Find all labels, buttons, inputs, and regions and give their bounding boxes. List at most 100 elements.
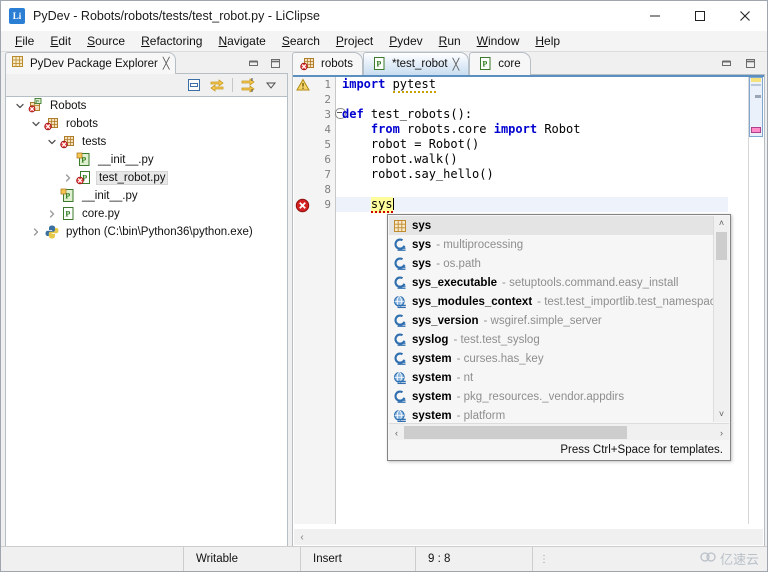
chevron-down-icon[interactable]: [44, 134, 60, 150]
status-overflow-icon[interactable]: ⋮: [532, 547, 569, 571]
autocomplete-item[interactable]: system - nt: [389, 368, 714, 387]
line-number: 4: [324, 123, 331, 136]
minimize-icon[interactable]: [632, 1, 677, 31]
tree-item-core-py[interactable]: Pcore.py: [6, 205, 287, 223]
menu-item-navigate[interactable]: Navigate: [210, 32, 273, 50]
close-icon[interactable]: ╳: [453, 58, 460, 71]
autocomplete-item[interactable]: syslog - test.test_syslog: [389, 330, 714, 349]
template-icon: [393, 219, 407, 233]
maximize-view-icon[interactable]: [269, 57, 282, 70]
autocomplete-item[interactable]: sys - multiprocessing: [389, 235, 714, 254]
status-bar: Writable Insert 9 : 8 ⋮: [1, 546, 767, 571]
marker-gutter[interactable]: [294, 77, 313, 524]
menu-item-help[interactable]: Help: [527, 32, 568, 50]
menu-item-refactoring[interactable]: Refactoring: [133, 32, 210, 50]
close-icon[interactable]: [722, 1, 767, 31]
editor-tab-core[interactable]: Pcore: [469, 52, 531, 75]
autocomplete-item[interactable]: system - curses.has_key: [389, 349, 714, 368]
menu-item-project[interactable]: Project: [328, 32, 381, 50]
project-icon: P: [28, 98, 44, 114]
chevron-right-icon[interactable]: [60, 170, 76, 186]
maximize-editor-icon[interactable]: [744, 57, 757, 70]
autocomplete-item-context: - pkg_resources._vendor.appdirs: [456, 390, 625, 403]
line-number-ruler: 1 2 3 4 5 6 7 8 9: [312, 77, 336, 524]
code-line[interactable]: robot.say_hello(): [336, 167, 728, 182]
tree-item-robots[interactable]: robots: [6, 115, 287, 133]
code-line[interactable]: [336, 182, 728, 197]
code-line[interactable]: [336, 92, 728, 107]
project-tree[interactable]: P Robots robots tests P __init__.py Ptest_robo…: [5, 96, 288, 547]
warning-icon[interactable]: [296, 78, 310, 95]
code-line[interactable]: from robots.core import Robot: [336, 122, 728, 137]
autocomplete-item-context: - test.test_syslog: [453, 333, 540, 346]
close-icon[interactable]: ╳: [163, 57, 170, 70]
sort-filter-icon[interactable]: [240, 77, 256, 93]
maximize-icon[interactable]: [677, 1, 722, 31]
autocomplete-item[interactable]: sys - os.path: [389, 254, 714, 273]
code-token: robot.walk(): [342, 152, 458, 166]
import-icon: [393, 333, 407, 347]
autocomplete-horizontal-scrollbar[interactable]: ‹ ›: [389, 423, 729, 441]
autocomplete-popup[interactable]: sys sys - multiprocessing sys - os.path sys…: [387, 214, 731, 461]
collapse-all-icon[interactable]: [186, 77, 202, 93]
tree-item-test-robot-py[interactable]: Ptest_robot.py: [6, 169, 287, 187]
tree-item-init-py[interactable]: P __init__.py: [6, 151, 287, 169]
code-line[interactable]: def test_robots():: [336, 107, 728, 122]
tree-item-tests[interactable]: tests: [6, 133, 287, 151]
scroll-left-icon[interactable]: ‹: [389, 428, 404, 438]
overview-ruler[interactable]: [748, 77, 763, 524]
tree-item-label: robots: [66, 118, 98, 130]
menu-item-search[interactable]: Search: [274, 32, 328, 50]
window-controls: [632, 1, 767, 31]
chevron-right-icon[interactable]: [44, 206, 60, 222]
autocomplete-item[interactable]: sys: [389, 216, 714, 235]
minimize-editor-icon[interactable]: [720, 57, 733, 70]
package-explorer-icon: [11, 55, 25, 72]
code-line[interactable]: sys: [336, 197, 728, 213]
autocomplete-item[interactable]: sys_modules_context - test.test_importli…: [389, 292, 714, 311]
scroll-right-icon[interactable]: ›: [714, 428, 729, 438]
link-with-editor-icon[interactable]: [209, 77, 225, 93]
editor-tab-robots[interactable]: robots: [292, 52, 363, 75]
chevron-down-icon[interactable]: [12, 98, 28, 114]
autocomplete-list[interactable]: sys sys - multiprocessing sys - os.path sys…: [389, 216, 714, 422]
minimize-view-icon[interactable]: [247, 57, 260, 70]
vertical-scroll-thumb[interactable]: [716, 232, 727, 260]
horizontal-scroll-thumb[interactable]: [404, 426, 628, 439]
editor-tab-row: robots P *test_robot ╳ Pcore: [292, 52, 765, 75]
menu-item-pydev[interactable]: Pydev: [381, 32, 430, 50]
code-line[interactable]: import pytest: [336, 77, 728, 93]
chevron-down-icon[interactable]: [28, 116, 44, 132]
error-icon[interactable]: [295, 198, 310, 216]
editor-horizontal-scrollbar[interactable]: ‹: [294, 529, 763, 545]
autocomplete-vertical-scrollbar[interactable]: ˄ ˅: [713, 216, 729, 422]
code-error-token: sys: [370, 197, 393, 213]
view-menu-icon[interactable]: [263, 77, 279, 93]
menu-bar: File Edit Source Refactoring Navigate Search P…: [1, 31, 767, 52]
tree-item-init-py[interactable]: P __init__.py: [6, 187, 287, 205]
menu-item-run[interactable]: Run: [431, 32, 469, 50]
menu-item-file[interactable]: File: [7, 32, 42, 50]
tree-item-python-c-bin-python36-python-exe[interactable]: python (C:\bin\Python36\python.exe): [6, 223, 287, 241]
tab-pydev-package-explorer[interactable]: PyDev Package Explorer ╳: [5, 52, 177, 74]
horizontal-scroll-track[interactable]: [404, 426, 714, 439]
code-line[interactable]: robot.walk(): [336, 152, 728, 167]
scroll-left-icon[interactable]: ‹: [294, 532, 310, 543]
scroll-track[interactable]: [310, 530, 763, 544]
package-icon: [300, 56, 316, 72]
menu-item-edit[interactable]: Edit: [42, 32, 79, 50]
overview-viewport-thumb[interactable]: [749, 77, 763, 137]
menu-item-source[interactable]: Source: [79, 32, 133, 50]
editor-tab-test-robot[interactable]: P *test_robot ╳: [362, 52, 470, 75]
tree-item-robots[interactable]: P Robots: [6, 97, 287, 115]
autocomplete-item[interactable]: system - platform: [389, 406, 714, 422]
autocomplete-item[interactable]: system - pkg_resources._vendor.appdirs: [389, 387, 714, 406]
autocomplete-item-name: system: [412, 352, 452, 365]
autocomplete-item[interactable]: sys_executable - setuptools.command.easy…: [389, 273, 714, 292]
chevron-right-icon[interactable]: [28, 224, 44, 240]
menu-item-window[interactable]: Window: [469, 32, 528, 50]
scroll-down-icon[interactable]: ˅: [714, 407, 729, 422]
scroll-up-icon[interactable]: ˄: [714, 216, 729, 231]
autocomplete-item[interactable]: sys_version - wsgiref.simple_server: [389, 311, 714, 330]
code-line[interactable]: robot = Robot(): [336, 137, 728, 152]
